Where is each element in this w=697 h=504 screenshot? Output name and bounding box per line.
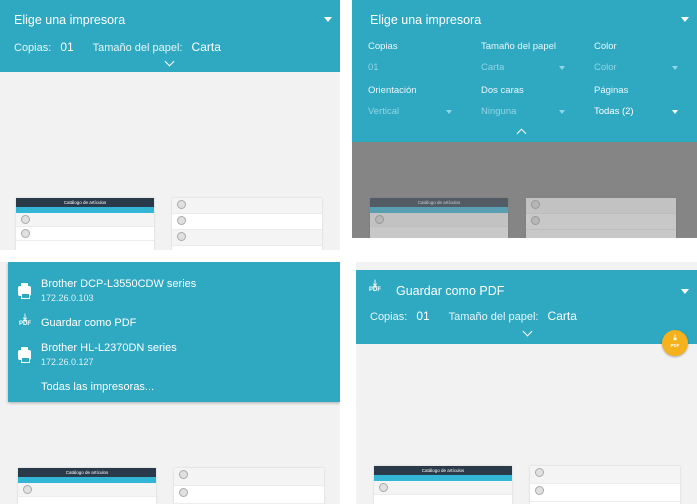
copies-value[interactable]: 01 <box>368 62 379 73</box>
caret-down-icon[interactable] <box>672 110 678 114</box>
copies-label: Copias: <box>14 42 52 54</box>
table-row <box>174 486 324 504</box>
product-thumb-icon <box>177 232 186 241</box>
catalog-title: Catálogo de artículos <box>374 466 512 475</box>
table-row <box>172 230 322 246</box>
settings-summary: Copias: 01 Tamaño del papel: Carta <box>14 40 237 54</box>
table-row <box>18 483 156 497</box>
printer-name: Brother HL-L2370DN series <box>41 342 177 354</box>
copies-label: Copias <box>368 41 398 52</box>
copies-value[interactable]: 01 <box>416 309 429 323</box>
pages-select[interactable]: Todas (2) <box>594 106 634 117</box>
table-row <box>526 214 676 230</box>
paper-size-select[interactable]: Carta <box>481 62 504 73</box>
paper-label: Tamaño del papel: <box>92 42 183 54</box>
caret-down-icon[interactable] <box>559 110 565 114</box>
catalog-title: Catálogo de artículos <box>16 198 154 207</box>
collapse-chevron-icon[interactable] <box>516 128 527 139</box>
printer-name: Guardar como PDF <box>41 317 137 329</box>
panel-printer-menu: Brother DCP-L3550CDW series 172.26.0.103… <box>0 262 340 504</box>
table-row <box>172 214 322 230</box>
caret-down-icon[interactable] <box>559 66 565 70</box>
table-row <box>16 227 154 241</box>
product-thumb-icon <box>531 216 540 225</box>
printer-select[interactable]: Guardar como PDF <box>396 284 504 298</box>
table-row <box>530 484 680 502</box>
product-thumb-icon <box>535 468 544 477</box>
orientation-select[interactable]: Vertical <box>368 106 399 117</box>
product-thumb-icon <box>531 200 540 209</box>
print-settings-expanded: Elige una impresora Copias 01 Tamaño del… <box>352 0 697 142</box>
two-sided-select[interactable]: Ninguna <box>481 106 516 117</box>
product-thumb-icon <box>179 488 188 497</box>
preview-page-2 <box>172 198 322 250</box>
all-printers-link[interactable]: Todas las impresoras... <box>41 381 154 393</box>
table-row <box>174 468 324 486</box>
catalog-title: Catálogo de artículos <box>370 198 508 207</box>
preview-page-1: Catálogo de artículos <box>374 466 512 504</box>
product-thumb-icon <box>177 216 186 225</box>
preview-page-1: Catálogo de artículos <box>16 198 154 250</box>
printer-icon <box>18 347 31 363</box>
product-thumb-icon <box>23 485 32 494</box>
table-row <box>526 198 676 214</box>
download-icon: ⤓ <box>673 333 677 342</box>
printer-select[interactable]: Elige una impresora <box>370 13 481 27</box>
paper-value[interactable]: Carta <box>548 309 577 323</box>
pdf-download-icon: ⤓ PDF <box>369 278 381 294</box>
panel-save-pdf: ⤓ PDF Guardar como PDF Copias: 01 Tamaño … <box>356 262 697 504</box>
printer-ip: 172.26.0.103 <box>41 293 94 303</box>
preview-page-2 <box>530 466 680 504</box>
save-pdf-fab[interactable]: ⤓ PDF <box>662 330 688 356</box>
orientation-label: Orientación <box>368 85 417 96</box>
product-thumb-icon <box>375 215 384 224</box>
caret-down-icon[interactable] <box>672 66 678 70</box>
product-thumb-icon <box>379 483 388 492</box>
copies-label: Copias: <box>370 311 408 323</box>
copies-value[interactable]: 01 <box>60 40 73 54</box>
caret-down-icon[interactable] <box>324 17 332 22</box>
color-select[interactable]: Color <box>594 62 617 73</box>
printer-select[interactable]: Elige una impresora <box>14 13 125 27</box>
product-thumb-icon <box>21 229 30 238</box>
pages-label: Páginas <box>594 85 629 96</box>
pdf-download-icon: ⤓ PDF <box>19 312 31 328</box>
settings-summary: Copias: 01 Tamaño del papel: Carta <box>370 309 593 323</box>
paper-value[interactable]: Carta <box>192 40 221 54</box>
preview-page-1: Catálogo de artículos <box>18 468 156 504</box>
two-sided-label: Dos caras <box>481 85 524 96</box>
product-thumb-icon <box>177 200 186 209</box>
printer-ip: 172.26.0.127 <box>41 357 94 367</box>
caret-down-icon[interactable] <box>681 289 689 294</box>
product-thumb-icon <box>535 486 544 495</box>
panel-printer-expanded: Elige una impresora Copias 01 Tamaño del… <box>352 0 697 238</box>
paper-size-label: Tamaño del papel <box>481 41 556 52</box>
table-row <box>16 213 154 227</box>
printer-icon <box>18 283 31 299</box>
product-thumb-icon <box>179 470 188 479</box>
preview-page-2 <box>174 468 324 504</box>
color-label: Color <box>594 41 617 52</box>
table-row <box>172 198 322 214</box>
preview-page-1: Catálogo de artículos <box>370 198 508 238</box>
catalog-title: Catálogo de artículos <box>18 468 156 477</box>
paper-label: Tamaño del papel: <box>448 311 539 323</box>
expand-chevron-icon[interactable] <box>522 326 533 337</box>
product-thumb-icon <box>21 215 30 224</box>
printer-dropdown-menu: Brother DCP-L3550CDW series 172.26.0.103… <box>8 262 340 402</box>
expand-chevron-icon[interactable] <box>164 56 175 67</box>
table-row <box>370 213 508 227</box>
table-row <box>530 466 680 484</box>
caret-down-icon[interactable] <box>681 17 689 22</box>
print-settings-bar: ⤓ PDF Guardar como PDF Copias: 01 Tamaño … <box>356 270 697 344</box>
caret-down-icon[interactable] <box>446 110 452 114</box>
print-settings-bar: Elige una impresora Copias: 01 Tamaño de… <box>0 0 340 72</box>
preview-page-2 <box>526 198 676 238</box>
table-row <box>374 481 512 495</box>
printer-name: Brother DCP-L3550CDW series <box>41 278 197 290</box>
panel-printer-collapsed: Elige una impresora Copias: 01 Tamaño de… <box>0 0 340 250</box>
